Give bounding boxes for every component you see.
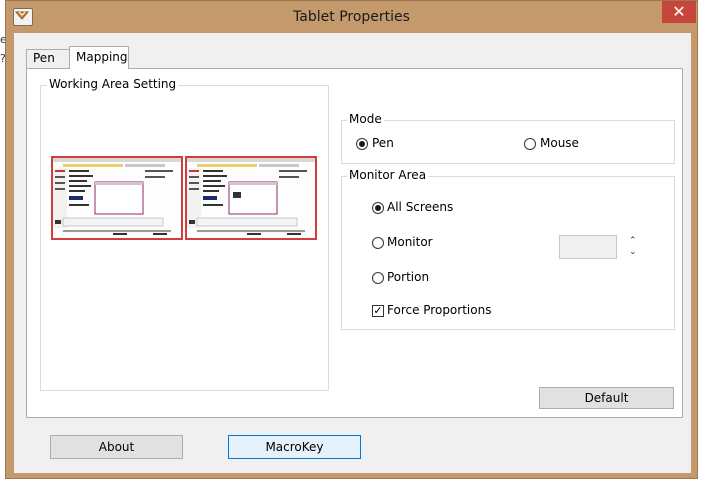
monitor-radio[interactable] <box>372 237 384 249</box>
close-button[interactable]: ✕ <box>662 1 696 23</box>
spin-down-icon[interactable]: ⌄ <box>629 247 637 257</box>
screens-preview[interactable] <box>51 156 319 240</box>
mode-pen-label[interactable]: Pen <box>372 136 394 150</box>
title-bar[interactable]: Tablet Properties ✕ <box>6 1 697 34</box>
monitor-label[interactable]: Monitor <box>387 235 433 249</box>
portion-radio[interactable] <box>372 272 384 284</box>
about-button[interactable]: About <box>50 435 183 459</box>
close-icon: ✕ <box>672 2 686 21</box>
default-button[interactable]: Default <box>539 387 674 409</box>
mode-mouse-label[interactable]: Mouse <box>540 136 579 150</box>
monitor-number-field[interactable] <box>559 235 617 259</box>
portion-label[interactable]: Portion <box>387 270 429 284</box>
checkmark-icon: ✓ <box>373 304 383 317</box>
tab-pen[interactable]: Pen <box>26 49 70 68</box>
force-proportions-checkbox[interactable]: ✓ <box>372 305 384 317</box>
screen-thumbnail <box>185 156 317 240</box>
dialog-client-area: Pen Mapping Working Area Setting Mode Pe… <box>14 33 691 473</box>
working-area-label: Working Area Setting <box>47 77 179 91</box>
mode-group: Mode Pen Mouse <box>341 112 675 164</box>
screen-thumbnail <box>51 156 183 240</box>
monitor-area-label: Monitor Area <box>347 168 429 182</box>
tab-mapping[interactable]: Mapping <box>69 46 129 69</box>
force-proportions-label[interactable]: Force Proportions <box>387 303 491 317</box>
tablet-properties-window: Tablet Properties ✕ Pen Mapping Working … <box>5 0 698 479</box>
spin-up-icon[interactable]: ⌃ <box>629 236 637 246</box>
mapping-tab-panel: Working Area Setting Mode Pen Mouse Moni… <box>26 68 683 418</box>
monitor-area-group: Monitor Area All Screens Monitor ⌃ ⌄ Por… <box>341 168 675 330</box>
all-screens-label[interactable]: All Screens <box>387 200 453 214</box>
working-area-group: Working Area Setting <box>40 77 329 391</box>
mode-mouse-radio[interactable] <box>524 138 536 150</box>
all-screens-radio[interactable] <box>372 202 384 214</box>
window-title: Tablet Properties <box>293 9 410 25</box>
mode-label: Mode <box>347 112 384 126</box>
macrokey-button[interactable]: MacroKey <box>228 435 361 459</box>
mode-pen-radio[interactable] <box>356 138 368 150</box>
